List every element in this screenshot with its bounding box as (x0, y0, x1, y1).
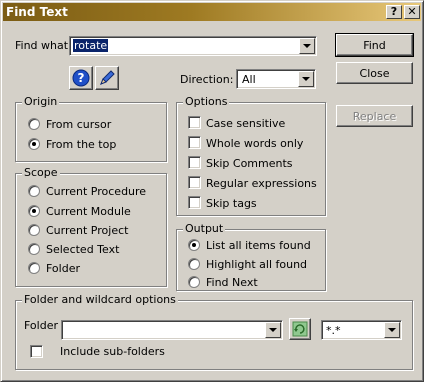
wildcard-dropdown-button[interactable] (384, 322, 400, 338)
direction-label: Direction: (180, 73, 234, 86)
help-button[interactable]: ? (69, 66, 93, 90)
regular-expressions-checkbox[interactable] (188, 176, 201, 189)
skip-comments-checkbox[interactable] (188, 156, 201, 169)
find-what-value: rotate (73, 39, 109, 52)
pencil-icon (100, 70, 115, 85)
radio-dot (32, 142, 36, 146)
case-sensitive-checkbox[interactable] (188, 116, 201, 129)
origin-from-cursor-label: From cursor (46, 118, 112, 131)
scope-group: Scope Current Procedure Current Module C… (15, 166, 167, 287)
origin-group-title: Origin (22, 95, 60, 108)
origin-group: Origin From cursor From the top (15, 95, 167, 162)
scope-folder-label: Folder (46, 262, 80, 275)
title-bar: Find Text ? ✕ (3, 3, 421, 21)
chevron-down-icon (302, 77, 310, 81)
output-group: Output List all items found Highlight al… (176, 222, 326, 291)
origin-from-top-radio[interactable] (28, 138, 40, 150)
edit-button[interactable] (95, 66, 119, 90)
scope-folder-radio[interactable] (28, 262, 40, 274)
find-what-dropdown-button[interactable] (299, 38, 315, 54)
find-text-dialog: Find Text ? ✕ Find what: rotate Find Clo… (0, 0, 424, 382)
scope-current-module-label: Current Module (46, 205, 131, 218)
skip-tags-label: Skip tags (206, 197, 257, 210)
folder-label: Folder (24, 319, 58, 332)
folder-wildcard-group: Folder and wildcard options Folder *.* I… (15, 293, 413, 370)
options-group: Options Case sensitive Whole words only … (176, 95, 326, 216)
scope-current-module-radio[interactable] (28, 205, 40, 217)
direction-value: All (242, 73, 256, 86)
scope-group-title: Scope (22, 166, 60, 179)
scope-current-project-radio[interactable] (28, 224, 40, 236)
browse-folder-button[interactable] (289, 318, 311, 340)
options-group-title: Options (183, 95, 230, 108)
scope-current-project-label: Current Project (46, 224, 129, 237)
direction-select[interactable]: All (236, 69, 316, 89)
whole-words-label: Whole words only (206, 137, 304, 150)
output-find-next-radio[interactable] (188, 276, 200, 288)
output-group-title: Output (183, 222, 226, 235)
whole-words-checkbox[interactable] (188, 136, 201, 149)
help-icon: ? (72, 69, 90, 87)
replace-button[interactable]: Replace (336, 105, 413, 127)
regular-expressions-label: Regular expressions (206, 177, 317, 190)
chevron-down-icon (303, 44, 311, 48)
output-list-all-radio[interactable] (188, 239, 200, 251)
folder-combo[interactable] (61, 320, 283, 340)
radio-dot (32, 209, 36, 213)
direction-dropdown-button[interactable] (298, 71, 314, 87)
wildcard-select[interactable]: *.* (321, 320, 402, 340)
find-button[interactable]: Find (335, 33, 414, 57)
chevron-down-icon (269, 328, 277, 332)
output-highlight-all-label: Highlight all found (206, 258, 308, 271)
include-sub-folders-checkbox[interactable] (30, 345, 43, 358)
output-find-next-label: Find Next (206, 276, 258, 289)
origin-from-cursor-radio[interactable] (28, 118, 40, 130)
scope-selected-text-label: Selected Text (46, 243, 120, 256)
find-what-label: Find what: (15, 39, 72, 52)
close-title-button[interactable]: ✕ (404, 5, 420, 19)
wildcard-value: *.* (326, 324, 341, 337)
chevron-down-icon (388, 328, 396, 332)
case-sensitive-label: Case sensitive (206, 117, 286, 130)
origin-from-top-label: From the top (46, 138, 117, 151)
window-title: Find Text (6, 5, 68, 19)
scope-current-procedure-radio[interactable] (28, 185, 40, 197)
refresh-icon (292, 321, 308, 337)
help-title-button[interactable]: ? (386, 5, 402, 19)
find-what-combo[interactable]: rotate (69, 36, 317, 56)
output-highlight-all-radio[interactable] (188, 258, 200, 270)
scope-current-procedure-label: Current Procedure (46, 185, 147, 198)
scope-selected-text-radio[interactable] (28, 243, 40, 255)
radio-dot (192, 243, 196, 247)
output-list-all-label: List all items found (206, 239, 311, 252)
include-sub-folders-label: Include sub-folders (60, 345, 165, 358)
svg-text:?: ? (78, 71, 85, 85)
folder-dropdown-button[interactable] (265, 322, 281, 338)
folder-wildcard-group-title: Folder and wildcard options (22, 293, 178, 306)
skip-tags-checkbox[interactable] (188, 196, 201, 209)
close-button[interactable]: Close (336, 62, 413, 84)
skip-comments-label: Skip Comments (206, 157, 293, 170)
